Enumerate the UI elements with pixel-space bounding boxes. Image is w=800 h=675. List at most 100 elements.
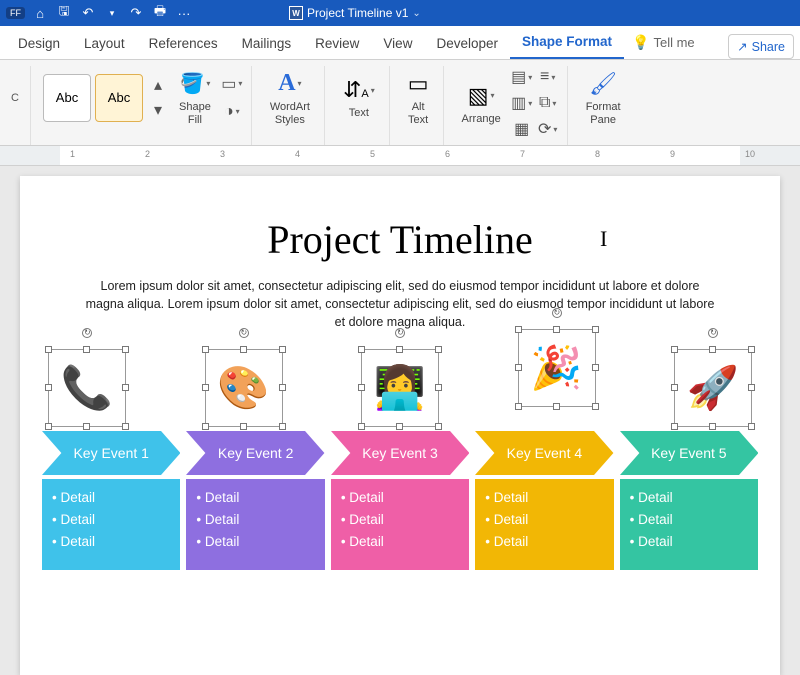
undo-more-icon[interactable]: ▾ [103, 8, 121, 19]
selection-pane-icon[interactable]: ▦ [511, 118, 533, 140]
resize-handle[interactable] [592, 326, 599, 333]
resize-handle[interactable] [45, 346, 52, 353]
document-canvas[interactable]: Project Timeline Lorem ipsum dolor sit a… [0, 166, 800, 675]
align-icon[interactable]: ≡▾ [537, 66, 559, 88]
timeline-event-arrow[interactable]: Key Event 3 [331, 431, 469, 475]
resize-handle[interactable] [240, 423, 247, 430]
resize-handle[interactable] [202, 346, 209, 353]
autosave-pill[interactable]: FF [6, 7, 25, 19]
resize-handle[interactable] [240, 346, 247, 353]
tab-design[interactable]: Design [6, 28, 72, 59]
resize-handle[interactable] [748, 346, 755, 353]
print-icon[interactable]: 🖶 [151, 2, 169, 24]
resize-handle[interactable] [553, 403, 560, 410]
group-icon[interactable]: ⧉▾ [537, 92, 559, 114]
resize-handle[interactable] [515, 326, 522, 333]
shape-outline-icon[interactable]: ▭▾ [221, 73, 243, 95]
shape-style-preset-1[interactable]: Abc [43, 74, 91, 122]
resize-handle[interactable] [279, 423, 286, 430]
shape-fill-button[interactable]: 🪣▾ Shape Fill [173, 67, 217, 128]
timeline-icon-shape[interactable]: 📞 [48, 349, 126, 427]
resize-handle[interactable] [279, 384, 286, 391]
timeline-event-arrow[interactable]: Key Event 4 [475, 431, 613, 475]
tab-review[interactable]: Review [303, 28, 371, 59]
tab-layout[interactable]: Layout [72, 28, 137, 59]
resize-handle[interactable] [83, 346, 90, 353]
arrange-button[interactable]: ▧▾ Arrange [456, 79, 507, 128]
page-body-text[interactable]: Lorem ipsum dolor sit amet, consectetur … [80, 277, 720, 331]
resize-handle[interactable] [122, 384, 129, 391]
resize-handle[interactable] [122, 346, 129, 353]
tell-me[interactable]: 💡 Tell me [624, 26, 703, 59]
resize-handle[interactable] [122, 423, 129, 430]
timeline-detail-box[interactable]: DetailDetailDetail [42, 479, 180, 570]
resize-handle[interactable] [435, 384, 442, 391]
style-gallery-up-icon[interactable]: ▴ [147, 74, 169, 96]
resize-handle[interactable] [709, 346, 716, 353]
resize-handle[interactable] [202, 423, 209, 430]
resize-handle[interactable] [671, 423, 678, 430]
timeline-event-arrow[interactable]: Key Event 5 [620, 431, 758, 475]
wordart-styles-button[interactable]: A▾ WordArt Styles [264, 67, 316, 128]
resize-handle[interactable] [396, 423, 403, 430]
timeline-detail-box[interactable]: DetailDetailDetail [475, 479, 613, 570]
timeline-icon-shape[interactable]: 👩‍💻 [361, 349, 439, 427]
tab-developer[interactable]: Developer [424, 28, 510, 59]
alt-text-button[interactable]: ▭ Alt Text [402, 67, 435, 128]
left-truncated-icon[interactable]: C [4, 87, 26, 109]
format-pane-button[interactable]: 🖌 Format Pane [580, 67, 627, 128]
text-direction-button[interactable]: ⇵A▾ Text [337, 73, 381, 122]
resize-handle[interactable] [45, 423, 52, 430]
timeline-detail-box[interactable]: DetailDetailDetail [186, 479, 324, 570]
resize-handle[interactable] [748, 384, 755, 391]
save-icon[interactable]: 🖫 [55, 2, 73, 24]
shape-effects-icon[interactable]: ◑▾ [221, 101, 243, 123]
send-backward-icon[interactable]: ▥▾ [511, 92, 533, 114]
redo-icon[interactable]: ↷ [127, 5, 145, 21]
share-button[interactable]: ↗ Share [728, 34, 794, 59]
tab-references[interactable]: References [137, 28, 230, 59]
rotate-handle[interactable] [239, 328, 249, 338]
timeline-detail-box[interactable]: DetailDetailDetail [620, 479, 758, 570]
resize-handle[interactable] [592, 364, 599, 371]
timeline-detail-box[interactable]: DetailDetailDetail [331, 479, 469, 570]
horizontal-ruler[interactable]: 1 2 3 4 5 6 7 8 9 10 [0, 146, 800, 166]
bring-forward-icon[interactable]: ▤▾ [511, 66, 533, 88]
resize-handle[interactable] [592, 403, 599, 410]
timeline-icon-shape[interactable]: 🚀 [674, 349, 752, 427]
document-title[interactable]: W Project Timeline v1 ⌄ [289, 6, 421, 20]
resize-handle[interactable] [202, 384, 209, 391]
rotate-handle[interactable] [82, 328, 92, 338]
resize-handle[interactable] [358, 384, 365, 391]
more-icon[interactable]: ··· [175, 6, 193, 21]
resize-handle[interactable] [396, 346, 403, 353]
page-title[interactable]: Project Timeline [38, 216, 762, 263]
resize-handle[interactable] [671, 384, 678, 391]
resize-handle[interactable] [748, 423, 755, 430]
rotate-handle[interactable] [708, 328, 718, 338]
timeline-event-arrow[interactable]: Key Event 1 [42, 431, 180, 475]
rotate-handle[interactable] [552, 308, 562, 318]
resize-handle[interactable] [83, 423, 90, 430]
tab-shape-format[interactable]: Shape Format [510, 26, 624, 59]
tab-view[interactable]: View [371, 28, 424, 59]
rotate-handle[interactable] [395, 328, 405, 338]
resize-handle[interactable] [435, 423, 442, 430]
home-icon[interactable]: ⌂ [31, 6, 49, 21]
shape-style-preset-2[interactable]: Abc [95, 74, 143, 122]
tab-mailings[interactable]: Mailings [230, 28, 304, 59]
resize-handle[interactable] [671, 346, 678, 353]
resize-handle[interactable] [435, 346, 442, 353]
page[interactable]: Project Timeline Lorem ipsum dolor sit a… [20, 176, 780, 675]
resize-handle[interactable] [515, 403, 522, 410]
resize-handle[interactable] [358, 423, 365, 430]
resize-handle[interactable] [279, 346, 286, 353]
timeline-event-arrow[interactable]: Key Event 2 [186, 431, 324, 475]
undo-icon[interactable]: ↶ [79, 5, 97, 21]
resize-handle[interactable] [553, 326, 560, 333]
resize-handle[interactable] [358, 346, 365, 353]
rotate-icon[interactable]: ⟳▾ [537, 118, 559, 140]
timeline-icon-shape[interactable]: 🎉 [518, 329, 596, 407]
resize-handle[interactable] [709, 423, 716, 430]
style-gallery-down-icon[interactable]: ▾ [147, 99, 169, 121]
